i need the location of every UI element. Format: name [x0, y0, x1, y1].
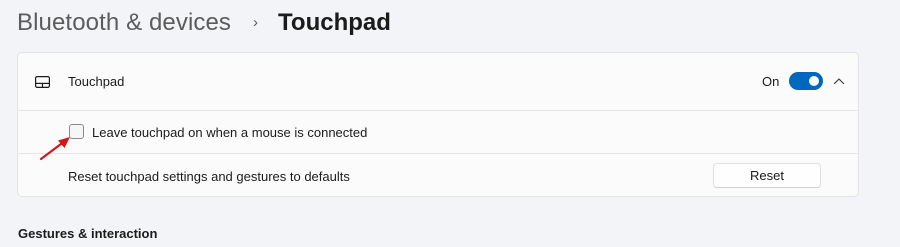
gestures-interaction-header: Gestures & interaction	[18, 226, 158, 241]
breadcrumb: Bluetooth & devices › Touchpad	[17, 6, 391, 40]
breadcrumb-separator: ›	[253, 13, 259, 31]
toggle-knob	[809, 76, 819, 86]
chevron-up-icon[interactable]	[833, 75, 845, 87]
red-arrow-icon	[39, 137, 70, 161]
touchpad-icon	[35, 76, 50, 88]
breadcrumb-parent-bluetooth-devices[interactable]: Bluetooth & devices	[17, 9, 231, 37]
touchpad-label: Touchpad	[68, 74, 125, 89]
reset-touchpad-label: Reset touchpad settings and gestures to …	[68, 169, 350, 184]
touchpad-settings-header[interactable]: Touchpad On	[17, 52, 859, 111]
page-title: Touchpad	[278, 9, 391, 36]
reset-touchpad-row: Reset touchpad settings and gestures to …	[17, 153, 859, 197]
leave-touchpad-on-label[interactable]: Leave touchpad on when a mouse is connec…	[92, 125, 367, 140]
reset-button[interactable]: Reset	[713, 163, 821, 188]
leave-touchpad-on-row: Leave touchpad on when a mouse is connec…	[17, 110, 859, 154]
touchpad-toggle[interactable]	[789, 72, 823, 90]
toggle-state-label: On	[762, 74, 780, 89]
